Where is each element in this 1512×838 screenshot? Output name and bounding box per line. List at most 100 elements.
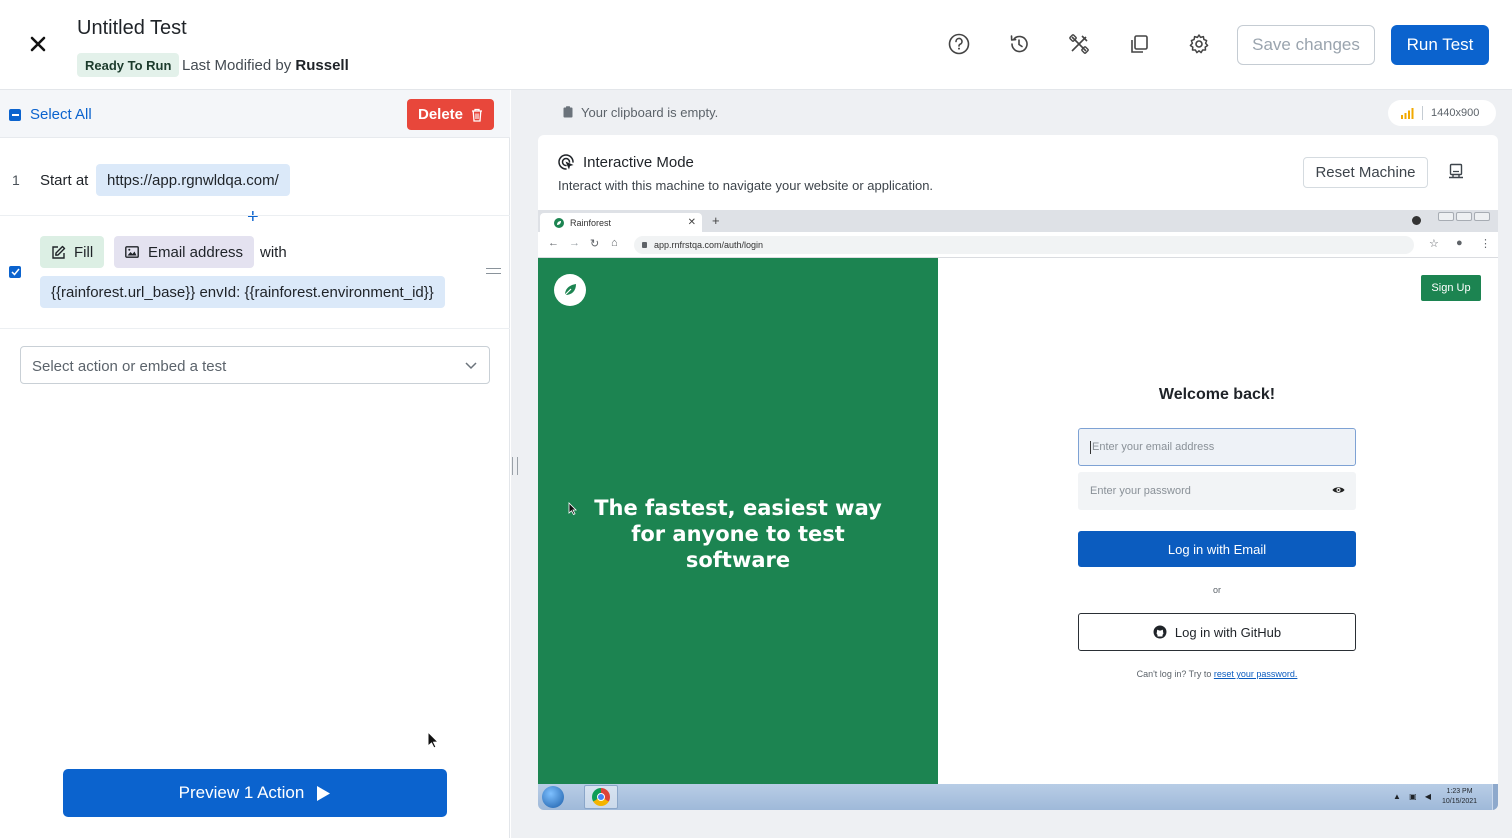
target-element-chip[interactable]: Email address: [114, 236, 255, 268]
action-select-placeholder: Select action or embed a test: [32, 358, 227, 375]
test-title[interactable]: Untitled Test: [77, 17, 187, 40]
system-tray-icons[interactable]: ▲ ▣ ◀: [1393, 792, 1434, 801]
interactive-mode-icon: [558, 154, 574, 170]
trash-icon: [472, 108, 483, 122]
chrome-taskbar-item[interactable]: [584, 785, 618, 809]
tab-title: Rainforest: [570, 217, 612, 228]
machine-panel: Your clipboard is empty. 1440x900 Intera…: [511, 90, 1512, 838]
hero-headline: The fastest, easiest way for anyone to t…: [594, 496, 882, 572]
gear-icon[interactable]: [1187, 32, 1211, 56]
tab-search-icon[interactable]: [1412, 216, 1421, 225]
clock-time: 1:23 PM: [1446, 788, 1473, 795]
chevron-down-icon: [465, 362, 477, 370]
profile-icon[interactable]: ●: [1456, 237, 1463, 249]
panel-resize-handle[interactable]: [512, 457, 518, 475]
step-divider: [0, 328, 510, 329]
window-close-icon[interactable]: [1474, 212, 1490, 221]
modified-prefix: Last Modified by: [182, 57, 292, 74]
menu-dots-icon[interactable]: ⋮: [1480, 237, 1491, 250]
select-all-link[interactable]: Select All: [30, 106, 92, 123]
save-button[interactable]: Save changes: [1237, 25, 1375, 65]
clipboard-status: Your clipboard is empty.: [581, 105, 719, 120]
chrome-icon: [592, 788, 610, 806]
reload-icon[interactable]: ↻: [590, 237, 599, 250]
resolution-text: 1440x900: [1431, 107, 1480, 119]
maximize-icon[interactable]: [1456, 212, 1472, 221]
preview-button[interactable]: Preview 1 Action: [63, 769, 447, 817]
email-input[interactable]: Enter your email address: [1078, 428, 1356, 466]
machine-icon[interactable]: [1448, 163, 1464, 179]
home-icon[interactable]: ⌂: [611, 237, 618, 249]
reset-password-link[interactable]: reset your password.: [1214, 669, 1298, 679]
selection-toolbar: Select All Delete: [0, 90, 510, 138]
step-checkbox[interactable]: [9, 266, 21, 278]
tools-icon[interactable]: [1067, 32, 1091, 56]
system-clock[interactable]: 1:23 PM 10/15/2021: [1442, 787, 1477, 807]
play-icon: [317, 785, 331, 801]
browser-tab[interactable]: Rainforest ✕: [540, 213, 702, 232]
copy-icon[interactable]: [1127, 32, 1151, 56]
step-divider: [0, 215, 510, 216]
clock-date: 10/15/2021: [1442, 798, 1478, 805]
minimize-icon[interactable]: [1438, 212, 1454, 221]
show-desktop-button[interactable]: [1492, 784, 1498, 810]
add-step-icon[interactable]: +: [247, 206, 259, 229]
reset-machine-button[interactable]: Reset Machine: [1303, 157, 1428, 188]
interactive-mode-card: Interactive Mode Interact with this mach…: [538, 135, 1498, 810]
browser-toolbar: ← → ↻ ⌂ app.rnfrstqa.com/auth/login ☆ ● …: [538, 232, 1498, 258]
address-bar[interactable]: app.rnfrstqa.com/auth/login: [634, 236, 1414, 254]
sign-up-button[interactable]: Sign Up: [1421, 275, 1481, 301]
start-url-chip[interactable]: https://app.rgnwldqa.com/: [96, 164, 290, 196]
header: Untitled Test Ready To Run Last Modified…: [0, 0, 1512, 90]
badge-divider: [1422, 106, 1423, 120]
signal-icon: [1401, 108, 1414, 119]
select-all-checkbox[interactable]: [9, 109, 21, 121]
step-prefix: Start at: [40, 172, 89, 189]
action-select[interactable]: Select action or embed a test: [20, 346, 490, 384]
history-icon[interactable]: [1007, 32, 1031, 56]
steps-panel: Select All Delete 1 Start at https://app…: [0, 90, 510, 838]
hero-panel: The fastest, easiest way for anyone to t…: [538, 258, 938, 784]
bookmark-star-icon[interactable]: ☆: [1429, 237, 1439, 250]
or-separator: or: [1212, 585, 1221, 595]
password-input[interactable]: Enter your password: [1078, 472, 1356, 510]
fill-action-chip[interactable]: Fill: [40, 236, 105, 268]
status-badge: Ready To Run: [77, 53, 180, 77]
cant-login-text: Can't log in? Try to reset your password…: [938, 669, 1496, 679]
password-placeholder: Enter your password: [1090, 485, 1191, 497]
target-label: Email address: [148, 243, 244, 261]
cant-login-prefix: Can't log in? Try to: [1136, 669, 1212, 679]
preview-label: Preview 1 Action: [178, 783, 305, 802]
rainforest-logo-icon: [554, 274, 586, 306]
tab-close-icon[interactable]: ✕: [688, 217, 696, 228]
login-github-button[interactable]: Log in with GitHub: [1078, 613, 1356, 651]
delete-button[interactable]: Delete: [407, 99, 494, 130]
back-icon[interactable]: ←: [548, 237, 559, 249]
step-with: with: [260, 244, 287, 261]
step-number: 1: [12, 172, 20, 188]
edit-icon: [52, 245, 66, 259]
mode-subtitle: Interact with this machine to navigate y…: [558, 178, 934, 193]
last-modified: Last Modified by Russell: [182, 57, 349, 74]
github-icon: [1153, 625, 1167, 639]
mouse-cursor-icon: [568, 502, 577, 515]
start-button-icon[interactable]: [542, 786, 564, 808]
eye-icon[interactable]: [1332, 485, 1345, 495]
forward-icon[interactable]: →: [569, 237, 580, 249]
run-test-button[interactable]: Run Test: [1391, 25, 1489, 65]
login-email-button[interactable]: Log in with Email: [1078, 531, 1356, 567]
drag-handle-icon[interactable]: [486, 268, 501, 274]
new-tab-icon[interactable]: +: [712, 213, 720, 228]
browser-tab-bar: Rainforest ✕ +: [538, 210, 1498, 232]
delete-label: Delete: [417, 106, 464, 123]
remote-screen[interactable]: Rainforest ✕ + ← → ↻ ⌂ app.rnfrstqa.com/…: [538, 210, 1498, 810]
os-taskbar: ▲ ▣ ◀ 1:23 PM 10/15/2021: [538, 784, 1498, 810]
resolution-badge: 1440x900: [1388, 100, 1496, 126]
help-icon[interactable]: [947, 32, 971, 56]
close-icon[interactable]: [26, 32, 50, 56]
login-panel: Sign Up Welcome back! Enter your email a…: [938, 258, 1498, 784]
github-label: Log in with GitHub: [1174, 624, 1282, 640]
mouse-cursor-icon: [427, 731, 439, 749]
fill-value-chip[interactable]: {{rainforest.url_base}} envId: {{rainfor…: [40, 276, 445, 308]
fill-label: Fill: [74, 243, 94, 261]
